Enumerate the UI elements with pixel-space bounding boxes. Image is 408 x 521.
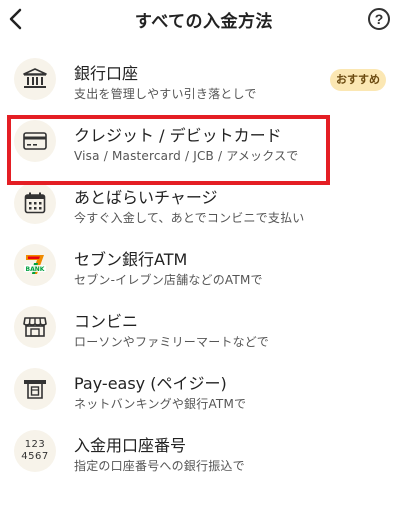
method-title: セブン銀行ATM <box>74 250 188 269</box>
calendar-icon <box>14 182 56 224</box>
recommended-badge: おすすめ <box>330 69 386 91</box>
method-subtitle: 支出を管理しやすい引き落としで <box>74 87 257 101</box>
method-credit-card[interactable]: クレジット / デビットカード Visa / Mastercard / JCB … <box>0 114 408 176</box>
page-title: すべての入金方法 <box>134 12 274 32</box>
header: すべての入金方法 ? <box>0 0 408 40</box>
method-title: 入金用口座番号 <box>74 436 187 455</box>
method-title: 銀行口座 <box>74 64 139 83</box>
bank-icon <box>14 58 56 100</box>
account-number-icon: 123 4567 <box>14 430 56 472</box>
method-title: コンビニ <box>74 312 139 331</box>
credit-card-icon <box>14 120 56 162</box>
method-subtitle: 指定の口座番号への銀行振込で <box>74 459 245 473</box>
seven-bank-logo-text: BANK <box>26 266 45 273</box>
method-bank-account[interactable]: 銀行口座 支出を管理しやすい引き落としで おすすめ <box>0 52 408 114</box>
method-pay-later[interactable]: あとばらいチャージ 今すぐ入金して、あとでコンビニで支払い <box>0 176 408 238</box>
method-title: クレジット / デビットカード <box>74 126 282 145</box>
atm-icon <box>14 368 56 410</box>
method-subtitle: Visa / Mastercard / JCB / アメックスで <box>74 149 299 163</box>
method-subtitle: セブン-イレブン店舗などのATMで <box>74 273 263 287</box>
store-icon <box>14 306 56 348</box>
seven-bank-logo-icon: BANK <box>14 244 56 286</box>
method-seven-bank-atm[interactable]: BANK セブン銀行ATM セブン-イレブン店舗などのATMで <box>0 238 408 300</box>
method-title: あとばらいチャージ <box>74 188 218 207</box>
account-number-icon-bottom: 4567 <box>21 451 49 462</box>
method-convenience-store[interactable]: コンビニ ローソンやファミリーマートなどで <box>0 300 408 362</box>
method-account-number[interactable]: 123 4567 入金用口座番号 指定の口座番号への銀行振込で <box>0 424 408 486</box>
account-number-icon-top: 123 <box>24 439 46 450</box>
method-pay-easy[interactable]: Pay-easy (ペイジー) ネットバンキングや銀行ATMで <box>0 362 408 424</box>
help-icon[interactable]: ? <box>368 8 390 30</box>
method-subtitle: ネットバンキングや銀行ATMで <box>74 397 247 411</box>
method-subtitle: 今すぐ入金して、あとでコンビニで支払い <box>74 211 305 225</box>
method-title: Pay-easy (ペイジー) <box>74 374 227 393</box>
method-subtitle: ローソンやファミリーマートなどで <box>74 335 269 349</box>
payment-method-list: 銀行口座 支出を管理しやすい引き落としで おすすめ クレジット / デビットカー… <box>0 52 408 486</box>
